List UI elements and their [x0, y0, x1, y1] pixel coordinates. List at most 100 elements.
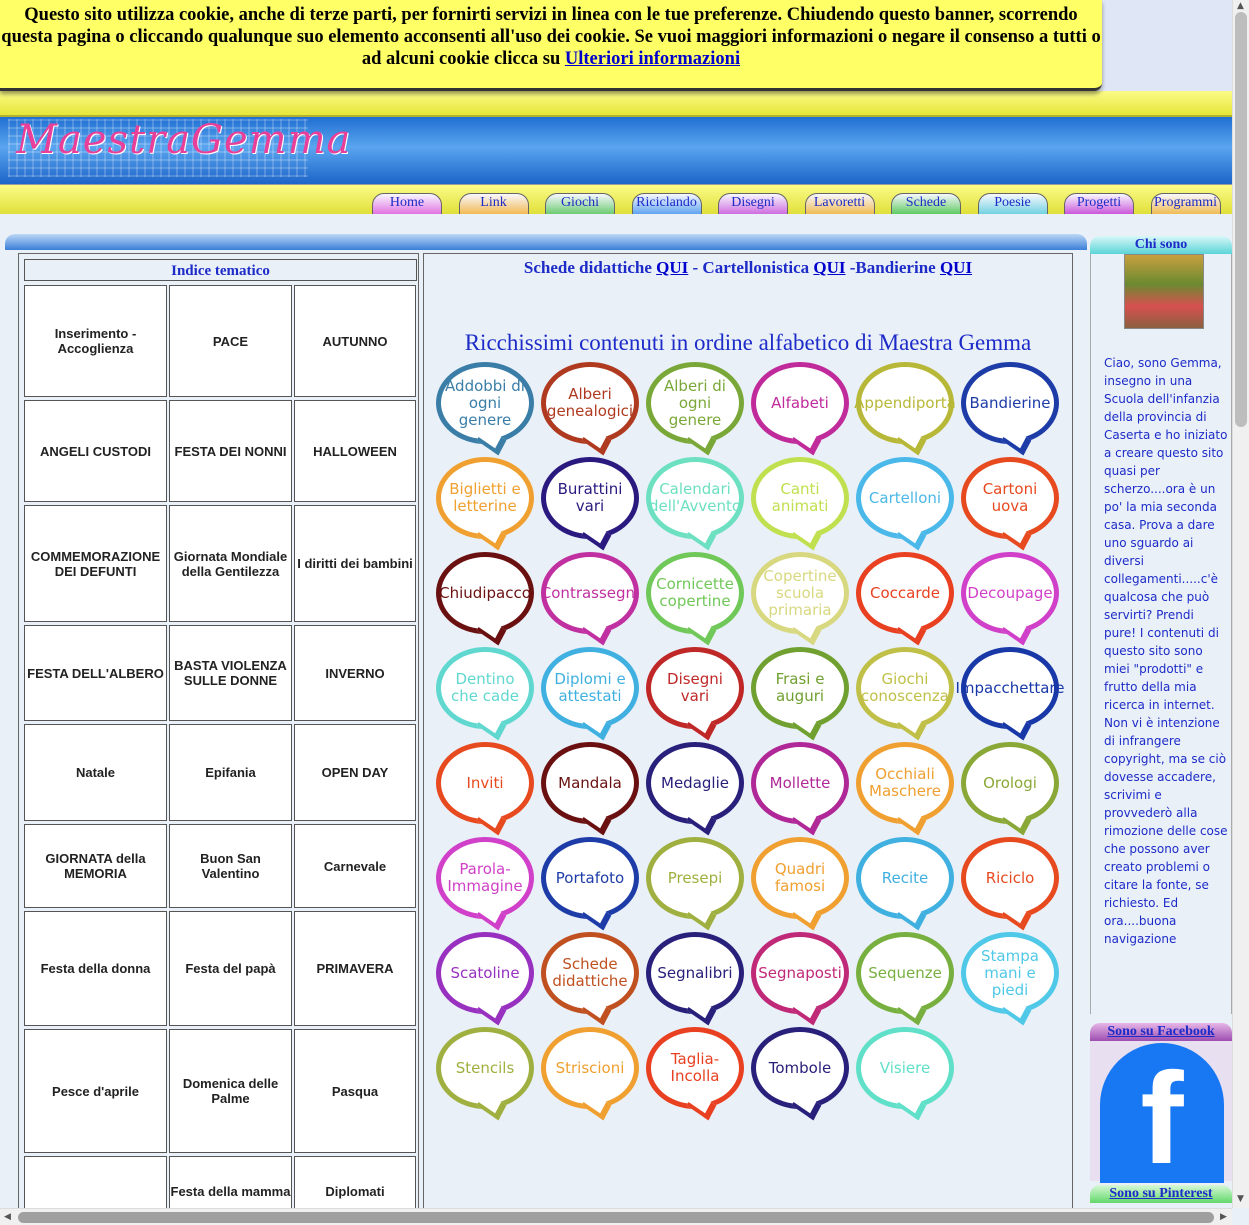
category-bubble[interactable]: Canti animati: [751, 457, 849, 539]
scroll-down-icon[interactable]: ▼: [1237, 1194, 1244, 1204]
nav-tab-giochi[interactable]: Giochi: [545, 193, 615, 215]
category-bubble[interactable]: Decoupage: [961, 552, 1059, 634]
index-cell[interactable]: COMMEMORAZIONE DEI DEFUNTI: [24, 505, 167, 622]
index-cell[interactable]: Carnevale: [294, 824, 416, 908]
index-cell[interactable]: Pasqua: [294, 1029, 416, 1153]
facebook-box[interactable]: f: [1090, 1041, 1232, 1183]
vertical-scrollbar[interactable]: ▲ ▼: [1232, 0, 1249, 1208]
category-bubble[interactable]: Sequenze: [856, 932, 954, 1014]
horizontal-scroll-thumb[interactable]: [18, 1212, 1214, 1223]
index-cell[interactable]: FESTA DEI NONNI: [169, 400, 292, 502]
category-bubble[interactable]: Stencils: [436, 1027, 534, 1109]
category-bubble[interactable]: Copertine scuola primaria: [751, 552, 849, 634]
category-bubble[interactable]: Tombole: [751, 1027, 849, 1109]
nav-tab-home[interactable]: Home: [372, 193, 442, 215]
category-bubble[interactable]: Segnalibri: [646, 932, 744, 1014]
nav-tab-programmi[interactable]: Programmi: [1150, 193, 1221, 215]
category-bubble[interactable]: Frasi e auguri: [751, 647, 849, 729]
category-bubble[interactable]: Biglietti e letterine: [436, 457, 534, 539]
category-bubble[interactable]: Disegni vari: [646, 647, 744, 729]
category-bubble[interactable]: Bandierine: [961, 362, 1059, 444]
category-bubble[interactable]: Giochi conoscenza: [856, 647, 954, 729]
cookie-more-info-link[interactable]: Ulteriori informazioni: [565, 49, 740, 69]
category-bubble[interactable]: Presepi: [646, 837, 744, 919]
index-cell[interactable]: FESTA DELL'ALBERO: [24, 625, 167, 721]
index-cell[interactable]: Pesce d'aprile: [24, 1029, 167, 1153]
category-bubble[interactable]: Diplomi e attestati: [541, 647, 639, 729]
category-bubble[interactable]: Cartelloni: [856, 457, 954, 539]
nav-tab-lavoretti[interactable]: Lavoretti: [804, 193, 875, 215]
facebook-icon[interactable]: f: [1100, 1043, 1224, 1183]
index-cell[interactable]: Domenica delle Palme: [169, 1029, 292, 1153]
nav-tab-poesie[interactable]: Poesie: [977, 193, 1048, 215]
scroll-left-icon[interactable]: ◀: [4, 1212, 11, 1222]
category-bubble[interactable]: Striscioni: [541, 1027, 639, 1109]
category-bubble[interactable]: Burattini vari: [541, 457, 639, 539]
index-cell[interactable]: HALLOWEEN: [294, 400, 416, 502]
category-bubble[interactable]: Schede didattiche: [541, 932, 639, 1014]
category-bubble[interactable]: Quadri famosi: [751, 837, 849, 919]
cartellonistica-qui-link[interactable]: QUI: [813, 258, 845, 277]
category-bubble[interactable]: Inviti: [436, 742, 534, 824]
category-bubble[interactable]: Mandala: [541, 742, 639, 824]
category-bubble[interactable]: Mollette: [751, 742, 849, 824]
index-cell[interactable]: Festa del papà: [169, 911, 292, 1026]
category-bubble[interactable]: Appendiporta: [854, 362, 956, 444]
schede-qui-link[interactable]: QUI: [656, 258, 688, 277]
scroll-up-icon[interactable]: ▲: [1237, 1, 1244, 11]
nav-tab-link[interactable]: Link: [458, 193, 529, 215]
index-cell-label: Domenica delle Palme: [182, 1076, 279, 1106]
nav-tab-disegni[interactable]: Disegni: [718, 193, 788, 215]
horizontal-scrollbar[interactable]: ◀ ▶: [0, 1208, 1232, 1225]
category-bubble[interactable]: Parola-Immagine: [436, 837, 534, 919]
index-cell[interactable]: OPEN DAY: [294, 724, 416, 821]
category-bubble[interactable]: Chiudipacco: [436, 552, 534, 634]
index-cell[interactable]: ANGELI CUSTODI: [24, 400, 167, 502]
category-bubble[interactable]: Dentino che cade: [436, 647, 534, 729]
index-cell[interactable]: INVERNO: [294, 625, 416, 721]
category-bubble[interactable]: Impacchettare: [956, 647, 1065, 729]
index-cell[interactable]: PRIMAVERA: [294, 911, 416, 1026]
category-bubble[interactable]: Alfabeti: [751, 362, 849, 444]
category-bubble[interactable]: Calendari dell'Avvento: [646, 457, 744, 539]
index-cell[interactable]: BASTA VIOLENZA SULLE DONNE: [169, 625, 292, 721]
index-cell[interactable]: Natale: [24, 724, 167, 821]
index-cell[interactable]: Inserimento - Accoglienza: [24, 285, 167, 397]
category-bubble[interactable]: Contrassegni: [541, 552, 639, 634]
category-bubble[interactable]: Recite: [856, 837, 954, 919]
index-cell[interactable]: Epifania: [169, 724, 292, 821]
category-bubble[interactable]: Stampa mani e piedi: [961, 932, 1059, 1014]
index-cell[interactable]: Giornata Mondiale della Gentilezza: [169, 505, 292, 622]
scroll-right-icon[interactable]: ▶: [1220, 1212, 1227, 1222]
site-logo[interactable]: MaestraGemma: [16, 117, 351, 163]
index-cell[interactable]: Buon San Valentino: [169, 824, 292, 908]
category-bubble[interactable]: Scatoline: [436, 932, 534, 1014]
index-cell[interactable]: PACE: [169, 285, 292, 397]
category-bubble[interactable]: Segnaposti: [751, 932, 849, 1014]
category-bubble[interactable]: Cartoni uova: [961, 457, 1059, 539]
category-bubble[interactable]: Taglia-Incolla: [646, 1027, 744, 1109]
category-bubble[interactable]: Coccarde: [856, 552, 954, 634]
index-cell[interactable]: Festa della donna: [24, 911, 167, 1026]
bandierine-qui-link[interactable]: QUI: [940, 258, 972, 277]
category-bubble[interactable]: Medaglie: [646, 742, 744, 824]
category-bubble[interactable]: Visiere: [856, 1027, 954, 1109]
index-cell-label: Giornata Mondiale della Gentilezza: [173, 548, 288, 579]
category-bubble[interactable]: Portafoto: [541, 837, 639, 919]
vertical-scroll-thumb[interactable]: [1235, 12, 1247, 427]
index-cell[interactable]: GIORNATA della MEMORIA: [24, 824, 167, 908]
category-bubble[interactable]: Occhiali Maschere: [856, 742, 954, 824]
category-bubble[interactable]: Cornicette copertine: [646, 552, 744, 634]
index-cell[interactable]: AUTUNNO: [294, 285, 416, 397]
category-bubble[interactable]: Riciclo: [961, 837, 1059, 919]
category-bubble[interactable]: Alberi di ogni genere: [646, 362, 744, 444]
index-cell[interactable]: I diritti dei bambini: [294, 505, 416, 622]
nav-tab-riciclando[interactable]: Riciclando: [631, 193, 702, 215]
index-cell-label: Natale: [75, 765, 116, 780]
category-bubble[interactable]: Addobbi di ogni genere: [436, 362, 534, 444]
nav-tab-progetti[interactable]: Progetti: [1064, 193, 1134, 215]
category-bubble[interactable]: Alberi genealogici: [541, 362, 639, 444]
nav-tab-schede[interactable]: Schede: [891, 193, 961, 215]
pinterest-title[interactable]: Sono su Pinterest: [1090, 1185, 1232, 1203]
category-bubble[interactable]: Orologi: [961, 742, 1059, 824]
